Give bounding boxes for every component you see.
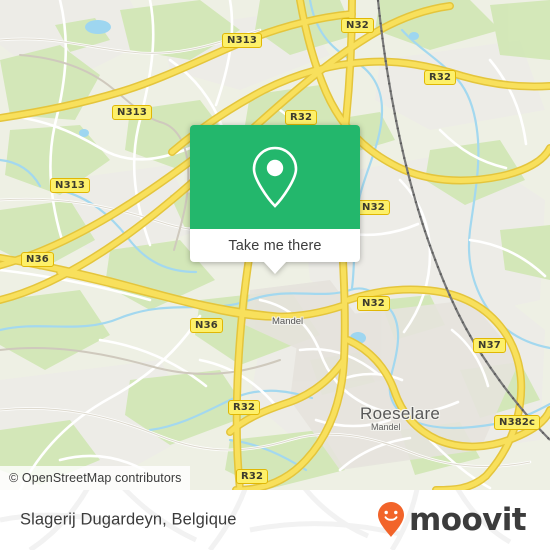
- road-shield[interactable]: N313: [50, 178, 91, 193]
- road-shield[interactable]: N382c: [494, 415, 541, 430]
- take-me-there-label: Take me there: [228, 237, 322, 254]
- road-shield[interactable]: R32: [228, 400, 261, 415]
- road-shield[interactable]: N36: [21, 252, 54, 267]
- road-shield[interactable]: N37: [473, 338, 506, 353]
- take-me-there-callout[interactable]: Take me there: [190, 125, 360, 274]
- map-pin-icon: [252, 146, 298, 208]
- map-canvas[interactable]: N313 N313 N313 N36 N36 N32 R32 R32 N32 N…: [0, 0, 550, 490]
- callout-pointer: [263, 261, 287, 274]
- road-shield[interactable]: N313: [222, 33, 263, 48]
- callout-pin-area: [190, 125, 360, 229]
- moovit-logo[interactable]: moovit: [376, 501, 527, 539]
- callout-action-bar[interactable]: Take me there: [190, 229, 360, 262]
- road-shield[interactable]: R32: [236, 469, 269, 484]
- page-title: Slagerij Dugardeyn, Belgique: [20, 510, 237, 529]
- road-shield[interactable]: N36: [190, 318, 223, 333]
- osm-attribution[interactable]: © OpenStreetMap contributors: [0, 466, 190, 490]
- place-label-mandel-river: Mandel: [371, 422, 401, 432]
- road-shield[interactable]: R32: [285, 110, 318, 125]
- road-shield[interactable]: N32: [357, 296, 390, 311]
- road-shield[interactable]: N313: [112, 105, 153, 120]
- place-label-mandel: Mandel: [272, 316, 304, 327]
- osm-attribution-text: © OpenStreetMap contributors: [9, 471, 182, 485]
- moovit-smiling-pin-icon: [378, 502, 405, 537]
- road-shield[interactable]: N32: [357, 200, 390, 215]
- road-shield[interactable]: R32: [424, 70, 457, 85]
- road-shield[interactable]: N32: [341, 18, 374, 33]
- map-share-page: N313 N313 N313 N36 N36 N32 R32 R32 N32 N…: [0, 0, 550, 550]
- footer-bar: Slagerij Dugardeyn, Belgique moovit: [0, 490, 550, 550]
- moovit-wordmark: moovit: [409, 501, 527, 538]
- place-label-roeselare: Roeselare: [360, 404, 441, 423]
